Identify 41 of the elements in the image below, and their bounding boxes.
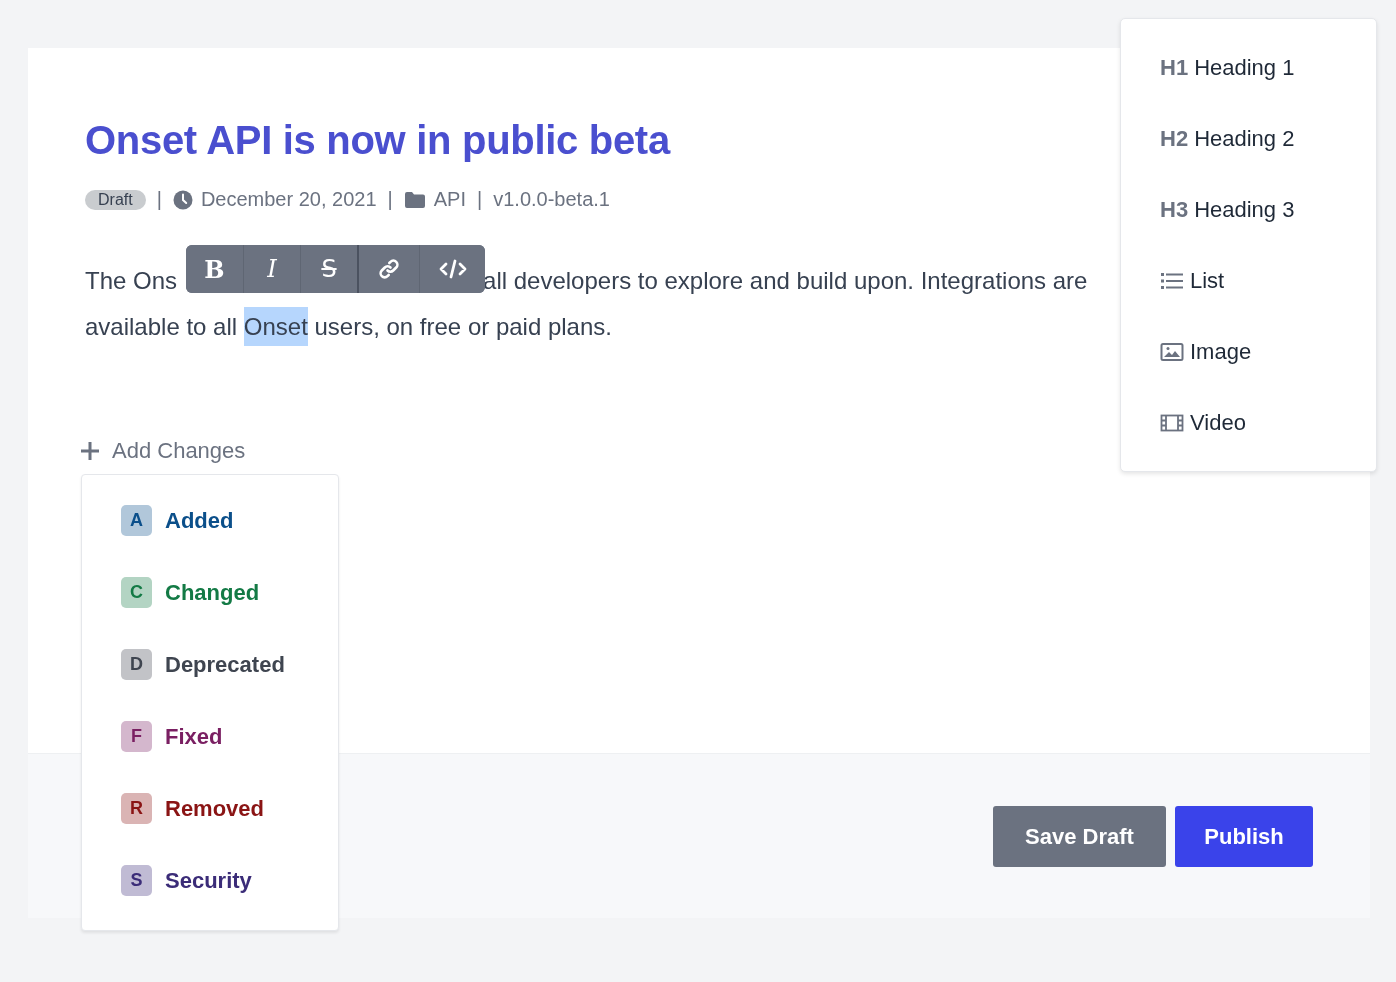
option-label[interactable]: Added xyxy=(165,507,234,534)
option-label[interactable]: Changed xyxy=(165,579,260,606)
post-version: v1.0.0-beta.1 xyxy=(493,188,610,211)
heading-level-icon: H1 xyxy=(1160,55,1189,81)
heading-level-icon: H3 xyxy=(1160,197,1189,223)
post-title: Onset API is now in public beta xyxy=(85,117,670,164)
block-menu-item[interactable]: Heading 3 xyxy=(1194,197,1295,223)
list-icon xyxy=(1160,271,1184,291)
post-date: December 20, 2021 xyxy=(200,188,377,211)
status-badge: Draft xyxy=(85,189,146,210)
letter-badge: C xyxy=(121,577,152,608)
option-label[interactable]: Removed xyxy=(165,795,265,822)
code-icon xyxy=(438,259,467,279)
separator: | xyxy=(476,188,484,211)
letter-badge: A xyxy=(121,505,152,536)
letter-badge: S xyxy=(121,865,152,896)
block-menu-item[interactable]: List xyxy=(1190,268,1225,294)
image-icon xyxy=(1160,342,1184,362)
block-menu-item[interactable]: Heading 1 xyxy=(1194,55,1295,81)
letter-badge: D xyxy=(121,649,152,680)
publish-button[interactable]: Publish xyxy=(1175,806,1313,867)
block-menu-item[interactable]: Image xyxy=(1190,339,1252,365)
code-button[interactable] xyxy=(419,245,485,293)
separator: | xyxy=(386,188,394,211)
letter-badge: F xyxy=(121,721,152,752)
block-menu-item[interactable]: Video xyxy=(1190,410,1246,436)
film-icon xyxy=(1160,413,1184,433)
letter-badge: R xyxy=(121,793,152,824)
option-label[interactable]: Deprecated xyxy=(165,651,285,678)
plus-icon xyxy=(80,441,100,461)
option-label[interactable]: Fixed xyxy=(165,723,223,750)
add-changes-button[interactable]: Add Changes xyxy=(80,438,246,464)
post-category: API xyxy=(433,188,466,211)
link-icon xyxy=(378,258,400,280)
option-label[interactable]: Security xyxy=(165,867,252,894)
save-draft-button[interactable]: Save Draft xyxy=(993,806,1166,867)
separator: | xyxy=(155,188,163,211)
clock-icon xyxy=(172,189,193,210)
folder-icon xyxy=(403,190,426,209)
heading-level-icon: H2 xyxy=(1160,126,1189,152)
block-menu-item[interactable]: Heading 2 xyxy=(1194,126,1295,152)
